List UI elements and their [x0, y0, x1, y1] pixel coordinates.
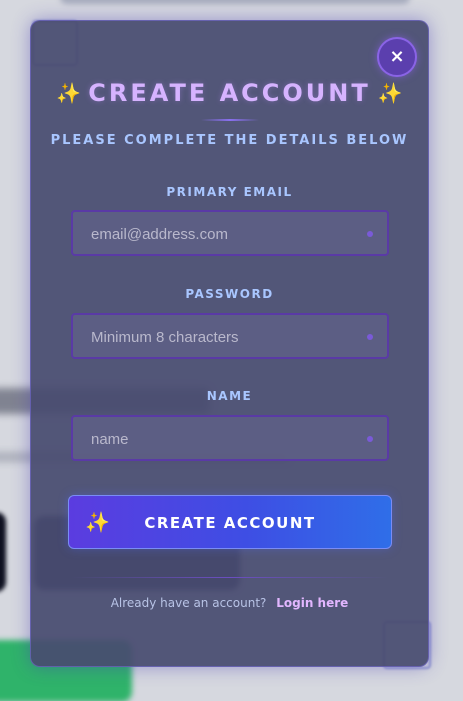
password-field[interactable]: [89, 315, 363, 359]
sparkle-icon: ✨: [56, 81, 82, 105]
create-account-button[interactable]: ✨ CREATE ACCOUNT: [68, 495, 392, 549]
background-topbar: [60, 0, 410, 4]
email-field[interactable]: [89, 212, 363, 256]
email-field-wrapper[interactable]: [71, 210, 389, 256]
field-indicator-icon: [367, 231, 373, 237]
close-button[interactable]: ×: [377, 37, 417, 77]
field-indicator-icon: [367, 334, 373, 340]
sparkle-icon: ✨: [377, 81, 403, 105]
name-label: NAME: [206, 389, 253, 403]
title-underline: [201, 119, 259, 121]
password-label: PASSWORD: [185, 287, 274, 301]
title-row: ✨ CREATE ACCOUNT ✨: [31, 79, 428, 107]
divider: [71, 577, 389, 578]
login-prompt: Already have an account? Login here: [31, 596, 428, 610]
close-icon[interactable]: ×: [389, 46, 404, 67]
create-account-button-label: CREATE ACCOUNT: [144, 514, 316, 532]
modal-subtitle: PLEASE COMPLETE THE DETAILS BELOW: [50, 133, 409, 148]
name-field[interactable]: [89, 417, 363, 461]
email-label: PRIMARY EMAIL: [166, 185, 293, 199]
background-card: [0, 512, 6, 592]
password-field-wrapper[interactable]: [71, 313, 389, 359]
login-link[interactable]: Login here: [276, 596, 348, 610]
login-prompt-text: Already have an account?: [110, 596, 267, 610]
name-field-wrapper[interactable]: [71, 415, 389, 461]
modal-title: CREATE ACCOUNT: [88, 79, 371, 107]
create-account-modal: × ✨ CREATE ACCOUNT ✨ PLEASE COMPLETE THE…: [30, 20, 429, 667]
field-indicator-icon: [367, 436, 373, 442]
